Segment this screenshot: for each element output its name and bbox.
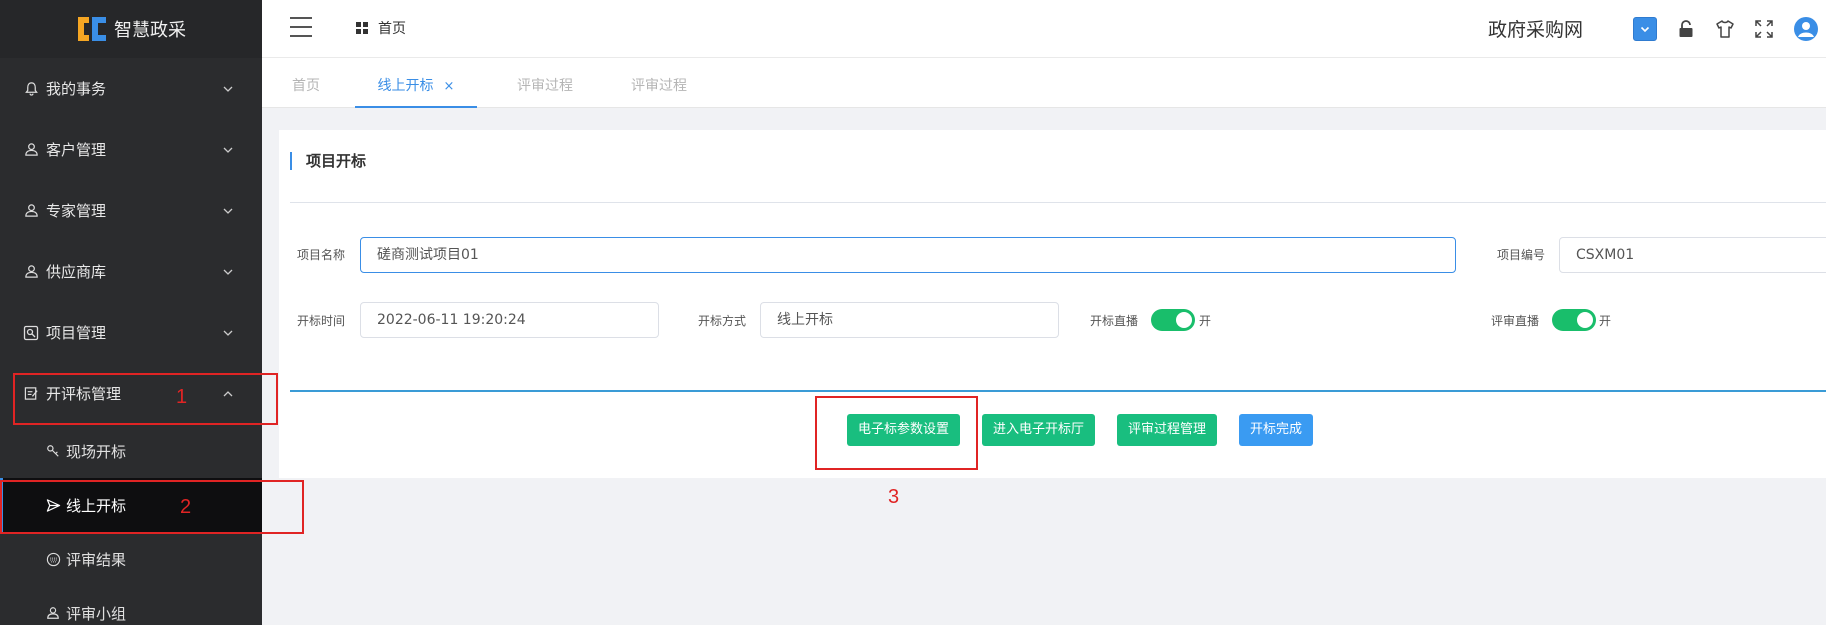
project-code-label: 项目编号 (1497, 248, 1546, 262)
tab-home[interactable]: 首页 (284, 64, 328, 108)
section-title: 项目开标 (290, 152, 366, 170)
logo-mark-icon (76, 15, 108, 43)
avatar[interactable] (1793, 16, 1819, 42)
live-open-toggle[interactable] (1151, 309, 1195, 331)
close-icon[interactable]: × (444, 79, 455, 94)
live-open-label: 开标直播 (1090, 314, 1139, 328)
dropdown-toggle-icon[interactable] (1633, 17, 1657, 41)
enter-hall-button[interactable]: 进入电子开标厅 (982, 414, 1096, 446)
breadcrumb[interactable]: 首页 (356, 18, 406, 38)
sidebar-subitem-label: 评审小组 (66, 604, 127, 623)
sidebar-subitem-label: 现场开标 (66, 442, 127, 461)
sidebar-item-label: 供应商库 (46, 263, 107, 281)
annotation-label-1: 1 (176, 386, 188, 408)
site-title: 政府采购网 (1488, 19, 1584, 41)
project-name-label: 项目名称 (297, 248, 346, 262)
sidebar-item-projects[interactable]: 项目管理 (0, 302, 262, 363)
sidebar-item-label: 客户管理 (46, 141, 107, 159)
keyboard-icon (44, 550, 62, 568)
tab-label: 评审过程 (631, 78, 687, 94)
sidebar-item-suppliers[interactable]: 供应商库 (0, 241, 262, 302)
sidebar-item-label: 专家管理 (46, 202, 107, 220)
sidebar-item-my-affairs[interactable]: 我的事务 (0, 58, 262, 119)
tab-label: 首页 (292, 78, 320, 94)
open-time-label: 开标时间 (297, 314, 346, 328)
chevron-down-icon (222, 205, 234, 217)
grid-icon (356, 22, 368, 34)
sidebar-subitem-label: 评审结果 (66, 550, 127, 569)
open-method-label: 开标方式 (698, 314, 747, 328)
user-icon (22, 202, 40, 220)
annotation-box-1 (13, 373, 278, 425)
sidebar-item-label: 我的事务 (46, 80, 107, 98)
open-time-field[interactable]: 2022-06-11 19:20:24 (360, 302, 659, 338)
breadcrumb-home[interactable]: 首页 (378, 18, 406, 38)
live-review-state: 开 (1599, 314, 1612, 328)
chevron-down-icon (222, 327, 234, 339)
sidebar-subitem-onsite-opening[interactable]: 现场开标 (0, 424, 262, 478)
sidebar-item-label: 项目管理 (46, 324, 107, 342)
open-method-field[interactable]: 线上开标 (760, 302, 1059, 338)
sidebar-item-experts[interactable]: 专家管理 (0, 180, 262, 241)
logo-text: 智慧政采 (114, 20, 186, 41)
tab-online-opening[interactable]: 线上开标 × (355, 64, 477, 108)
project-icon (22, 324, 40, 342)
tab-review-process-2[interactable]: 评审过程 (614, 64, 704, 108)
user-icon (22, 263, 40, 281)
bell-icon (22, 80, 40, 98)
top-header: 首页 政府采购网 (262, 0, 1826, 58)
project-opening-card: 项目开标 项目名称 磋商测试项目01 项目编号 CSXM01 开标时间 2022… (279, 130, 1826, 478)
live-open-state: 开 (1199, 314, 1212, 328)
sidebar-item-customers[interactable]: 客户管理 (0, 119, 262, 180)
user-icon (44, 604, 62, 622)
chevron-down-icon (222, 144, 234, 156)
button-divider (290, 390, 1826, 392)
live-review-toggle[interactable] (1552, 309, 1596, 331)
divider (290, 202, 1826, 203)
chevron-down-icon (222, 266, 234, 278)
tab-review-process[interactable]: 评审过程 (500, 64, 590, 108)
finish-opening-button[interactable]: 开标完成 (1239, 414, 1314, 446)
project-code-field[interactable]: CSXM01 (1559, 237, 1826, 273)
tab-label: 线上开标 (377, 78, 434, 94)
sidebar-subitem-review-results[interactable]: 评审结果 (0, 532, 262, 586)
user-icon (22, 141, 40, 159)
annotation-label-3: 3 (888, 486, 900, 508)
shirt-icon[interactable] (1715, 19, 1735, 39)
annotation-box-2 (0, 480, 304, 534)
logo[interactable]: 智慧政采 (0, 0, 262, 58)
tab-bar: 首页 线上开标 × 评审过程 评审过程 (262, 64, 1826, 108)
menu-toggle-icon[interactable] (290, 17, 312, 37)
chevron-down-icon (222, 83, 234, 95)
review-manage-button[interactable]: 评审过程管理 (1117, 414, 1218, 446)
fullscreen-icon[interactable] (1755, 20, 1773, 38)
sidebar-subitem-review-team[interactable]: 评审小组 (0, 586, 262, 625)
header-toolbar (1633, 16, 1826, 42)
project-name-field[interactable]: 磋商测试项目01 (360, 237, 1456, 273)
live-review-label: 评审直播 (1491, 314, 1540, 328)
key-icon (44, 442, 62, 460)
annotation-label-2: 2 (180, 496, 192, 518)
tab-label: 评审过程 (517, 78, 573, 94)
lock-icon[interactable] (1677, 19, 1695, 39)
annotation-box-3 (815, 396, 978, 470)
